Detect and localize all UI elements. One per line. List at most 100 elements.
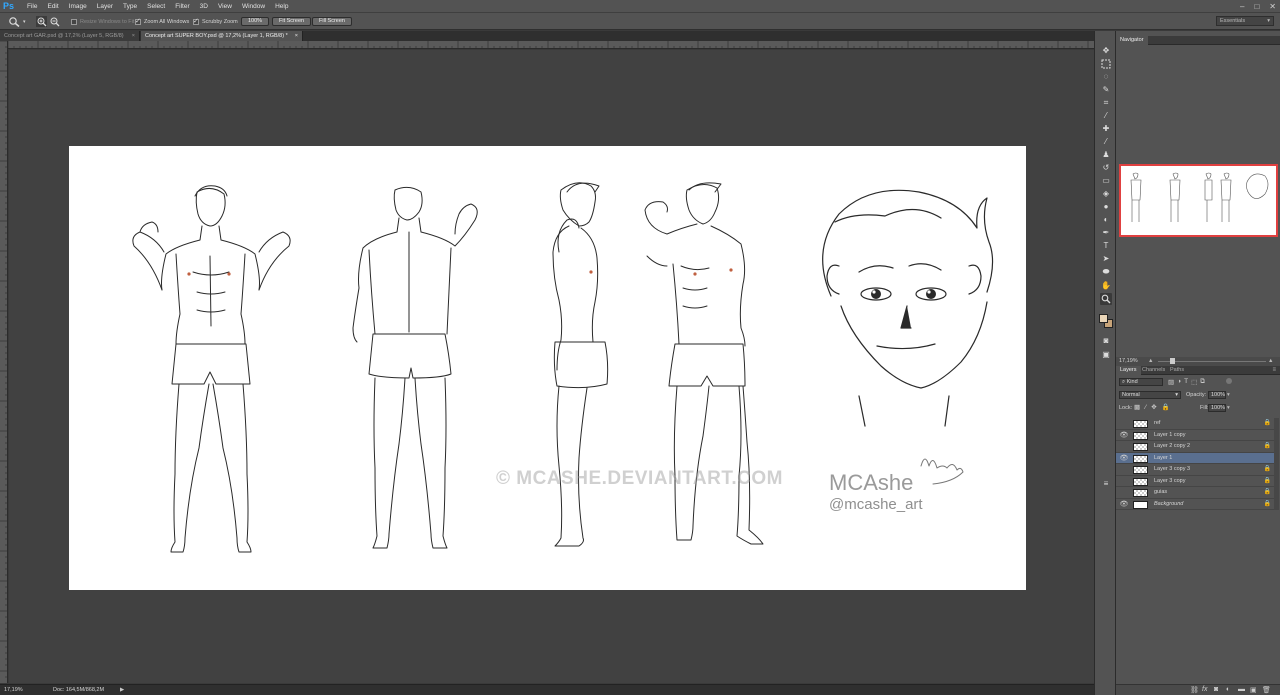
tab-navigator[interactable]: Navigator xyxy=(1116,36,1148,45)
tab-concept-art-super-boy[interactable]: Concept art SUPER BOY.psd @ 17,2% (Layer… xyxy=(141,31,303,41)
menu-item-filter[interactable]: Filter xyxy=(170,0,194,13)
history-brush-tool-icon[interactable]: ↺ xyxy=(1100,162,1112,174)
new-layer-icon[interactable]: ▣ xyxy=(1250,686,1257,694)
scrubby-zoom-option[interactable]: Scrubby Zoom xyxy=(193,16,238,27)
type-filter-icon[interactable]: T xyxy=(1184,378,1188,386)
opacity-input[interactable]: 100% xyxy=(1208,391,1226,399)
tab-layers[interactable]: Layers xyxy=(1116,366,1141,375)
marquee-tool-icon[interactable] xyxy=(1100,58,1112,70)
lock-all-icon[interactable]: 🔒 xyxy=(1162,404,1170,412)
blur-tool-icon[interactable]: ● xyxy=(1100,201,1112,213)
status-zoom[interactable]: 17,19% xyxy=(4,685,23,695)
status-menu-arrow-icon[interactable]: ▶ xyxy=(120,685,124,695)
fill-input[interactable]: 100% xyxy=(1208,404,1226,412)
layer-row[interactable]: 👁 Background 🔒 xyxy=(1116,499,1274,510)
menu-item-type[interactable]: Type xyxy=(118,0,142,13)
quick-mask-icon[interactable]: ◙ xyxy=(1100,335,1112,347)
move-tool-icon[interactable]: ✥ xyxy=(1100,45,1112,57)
menu-item-file[interactable]: File xyxy=(22,0,42,13)
lock-transparent-icon[interactable]: ▩ xyxy=(1134,404,1140,412)
add-mask-icon[interactable]: ◙ xyxy=(1214,686,1218,693)
brush-tool-icon[interactable]: ⁄ xyxy=(1100,136,1112,148)
blend-mode-select[interactable]: Normal ▾ xyxy=(1119,391,1181,399)
fill-screen-button[interactable]: Fill Screen xyxy=(312,17,352,26)
color-swatches[interactable] xyxy=(1099,314,1113,328)
layer-row[interactable]: Layer 2 copy 2 🔒 xyxy=(1116,441,1274,453)
scrubby-zoom-checkbox[interactable] xyxy=(193,17,199,25)
fit-screen-button[interactable]: Fit Screen xyxy=(272,17,312,26)
pixel-filter-icon[interactable]: ▨ xyxy=(1168,378,1174,386)
screen-mode-icon[interactable]: ▣ xyxy=(1100,349,1112,361)
path-selection-tool-icon[interactable]: ➤ xyxy=(1100,253,1112,265)
close-icon[interactable]: × xyxy=(132,31,135,41)
navigator-preview[interactable] xyxy=(1119,164,1278,237)
adjustment-layer-icon[interactable]: ◐ xyxy=(1226,686,1230,693)
hand-tool-icon[interactable]: ✋ xyxy=(1100,280,1112,292)
navigator-zoom-slider-thumb[interactable] xyxy=(1170,358,1175,364)
panel-menu-icon[interactable]: ≡ xyxy=(1272,366,1276,375)
chevron-down-icon[interactable]: ▾ xyxy=(1227,404,1230,412)
zoom-in-button[interactable] xyxy=(36,16,47,27)
delete-layer-icon[interactable]: 🗑 xyxy=(1262,686,1271,694)
lasso-tool-icon[interactable]: ◌ xyxy=(1100,71,1112,83)
new-group-icon[interactable]: ▬ xyxy=(1238,686,1245,693)
menu-item-view[interactable]: View xyxy=(213,0,237,13)
navigator-zoom-value[interactable]: 17,19% xyxy=(1119,357,1138,366)
healing-brush-tool-icon[interactable]: ✚ xyxy=(1100,123,1112,135)
tab-paths[interactable]: Paths xyxy=(1166,366,1188,375)
resize-windows-checkbox[interactable] xyxy=(71,18,77,25)
tool-preset-picker[interactable]: ▾ xyxy=(8,16,26,27)
filter-toggle-icon[interactable] xyxy=(1226,378,1232,384)
lock-position-icon[interactable]: ✥ xyxy=(1151,404,1156,412)
zoom-in-icon[interactable]: ▲ xyxy=(1268,357,1273,366)
shape-filter-icon[interactable]: ⬚ xyxy=(1191,378,1197,386)
clone-stamp-tool-icon[interactable]: ♟ xyxy=(1100,149,1112,161)
foreground-color-swatch[interactable] xyxy=(1099,314,1108,323)
eraser-tool-icon[interactable]: ▭ xyxy=(1100,175,1112,187)
layer-row[interactable]: guias 🔒 xyxy=(1116,487,1274,499)
properties-panel-icon[interactable]: ≡ xyxy=(1100,478,1112,490)
link-layers-icon[interactable]: ⛓ xyxy=(1190,686,1199,694)
zoom-100-button[interactable]: 100% xyxy=(241,17,270,26)
menu-item-image[interactable]: Image xyxy=(64,0,92,13)
layer-filter-kind[interactable]: ⌕ Kind xyxy=(1119,378,1163,386)
eye-icon[interactable]: 👁 xyxy=(1118,430,1130,441)
menu-item-help[interactable]: Help xyxy=(270,0,293,13)
workspace-switcher[interactable]: Essentials ▾ xyxy=(1216,16,1274,26)
close-icon[interactable]: × xyxy=(295,31,298,41)
smart-object-filter-icon[interactable]: ⧉ xyxy=(1200,378,1205,386)
tab-channels[interactable]: Channels xyxy=(1138,366,1169,375)
layer-row[interactable]: ref 🔒 xyxy=(1116,418,1274,430)
layers-scrollbar[interactable] xyxy=(1274,418,1279,510)
menu-item-layer[interactable]: Layer xyxy=(92,0,118,13)
tab-concept-art-gar[interactable]: Concept art GAR.psd @ 17,2% (Layer 5, RG… xyxy=(0,31,140,41)
resize-windows-option[interactable]: Resize Windows to Fit xyxy=(71,16,134,27)
eye-icon[interactable]: 👁 xyxy=(1118,453,1130,464)
menu-item-window[interactable]: Window xyxy=(237,0,270,13)
eyedropper-tool-icon[interactable]: ⁄ xyxy=(1100,110,1112,122)
adjustment-filter-icon[interactable]: ◑ xyxy=(1177,378,1181,386)
layer-style-icon[interactable]: fx xyxy=(1202,686,1207,693)
menu-item-edit[interactable]: Edit xyxy=(42,0,63,13)
zoom-all-checkbox[interactable] xyxy=(135,17,141,25)
eye-icon[interactable]: 👁 xyxy=(1118,499,1130,510)
paint-bucket-tool-icon[interactable]: ◈ xyxy=(1100,188,1112,200)
menu-item-3d[interactable]: 3D xyxy=(195,0,213,13)
layer-row[interactable]: Layer 3 copy 3 🔒 xyxy=(1116,464,1274,476)
layer-row[interactable]: Layer 3 copy 🔒 xyxy=(1116,476,1274,487)
canvas-area[interactable]: © MCASHE.DEVIANTART.COM MCAshe @mcashe_a… xyxy=(9,50,1094,683)
layer-row[interactable]: 👁 Layer 1 copy xyxy=(1116,430,1274,441)
maximize-button[interactable]: □ xyxy=(1254,0,1259,13)
layer-row[interactable]: 👁 Layer 1 xyxy=(1116,452,1274,464)
zoom-tool-icon[interactable] xyxy=(1100,293,1112,305)
zoom-out-button[interactable] xyxy=(49,16,60,27)
chevron-down-icon[interactable]: ▾ xyxy=(1227,391,1230,399)
crop-tool-icon[interactable]: ⌗ xyxy=(1100,97,1112,109)
shape-tool-icon[interactable]: ⬬ xyxy=(1100,266,1112,278)
document-canvas[interactable]: © MCASHE.DEVIANTART.COM MCAshe @mcashe_a… xyxy=(69,146,1026,590)
lock-pixels-icon[interactable]: ⁄ xyxy=(1145,404,1146,412)
type-tool-icon[interactable]: T xyxy=(1100,240,1112,252)
zoom-out-icon[interactable]: ▲ xyxy=(1148,357,1153,366)
pen-tool-icon[interactable]: ✒ xyxy=(1100,227,1112,239)
dodge-tool-icon[interactable]: ◐ xyxy=(1100,214,1112,226)
